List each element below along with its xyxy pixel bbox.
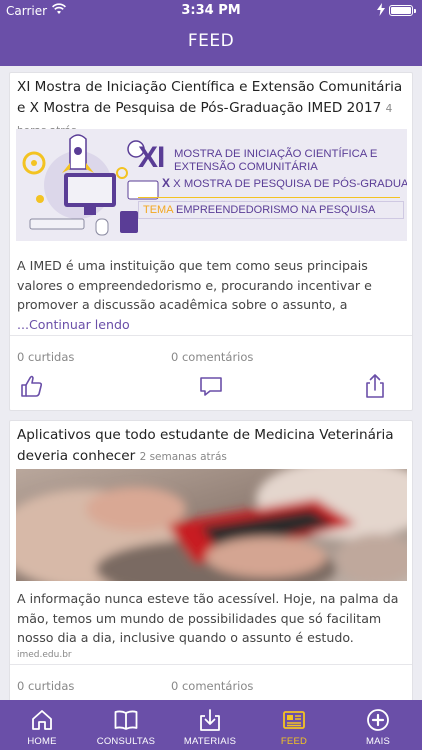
post-excerpt: A informação nunca esteve tão acessível.…	[17, 591, 399, 645]
page-title: FEED	[187, 31, 235, 51]
tab-mais[interactable]: MAIS	[336, 700, 420, 750]
feed-post[interactable]: XI Mostra de Iniciação Científica e Exte…	[9, 72, 413, 411]
banner-line-1: MOSTRA DE INICIAÇÃO CIENTÍFICA E	[174, 148, 378, 160]
tab-home[interactable]: HOME	[0, 700, 84, 750]
like-icon[interactable]	[19, 373, 45, 399]
comments-count: 0 comentários	[171, 679, 254, 693]
share-icon[interactable]	[362, 373, 388, 399]
post-source: imed.edu.br	[17, 650, 72, 660]
post-image[interactable]: XI MOSTRA DE INICIAÇÃO CIENTÍFICA E EXTE…	[16, 129, 407, 241]
newspaper-icon	[283, 711, 305, 729]
banner-roman-numeral: XI	[138, 141, 165, 174]
post-excerpt: A IMED é uma instituição que tem como se…	[17, 258, 372, 332]
book-icon	[114, 710, 138, 730]
clock: 3:34 PM	[181, 3, 241, 18]
banner-line-2: EXTENSÃO COMUNITÁRIA	[174, 161, 318, 173]
tab-label: CONSULTAS	[96, 736, 156, 747]
charging-icon	[377, 3, 385, 16]
status-bar: Carrier 3:34 PM	[0, 0, 422, 22]
navigation-bar: Carrier 3:34 PM FEED	[0, 0, 422, 66]
post-divider	[10, 335, 412, 336]
phone-photo	[16, 469, 407, 581]
plus-circle-icon	[367, 709, 389, 731]
post-title[interactable]: Aplicativos que todo estudante de Medici…	[17, 425, 409, 468]
tab-label: FEED	[280, 736, 308, 747]
comments-count: 0 comentários	[171, 350, 254, 364]
tab-label: HOME	[27, 736, 57, 747]
read-more-link[interactable]: ...Continuar lendo	[17, 317, 130, 332]
banner-line-3: X X MOSTRA DE PESQUISA DE PÓS-GRADUAÇÃ	[162, 176, 407, 191]
tab-label: MAIS	[365, 736, 391, 747]
banner-theme: TEMA EMPREENDEDORISMO NA PESQUISA	[138, 201, 404, 219]
feed-list[interactable]: XI Mostra de Iniciação Científica e Exte…	[0, 66, 422, 700]
battery-icon	[389, 5, 416, 16]
likes-count: 0 curtidas	[17, 350, 75, 364]
feed-post[interactable]: Aplicativos que todo estudante de Medici…	[9, 420, 413, 700]
download-icon	[200, 709, 220, 731]
banner-divider	[138, 197, 400, 198]
tab-consultas[interactable]: CONSULTAS	[84, 700, 168, 750]
comment-icon[interactable]	[198, 373, 224, 399]
home-icon	[32, 710, 52, 730]
tab-bar: HOME CONSULTAS MATERIAIS FEED MAIS	[0, 700, 422, 750]
tab-materiais[interactable]: MATERIAIS	[168, 700, 252, 750]
tab-feed[interactable]: FEED	[252, 700, 336, 750]
tab-label: MATERIAIS	[183, 736, 237, 747]
likes-count: 0 curtidas	[17, 679, 75, 693]
post-image[interactable]	[16, 469, 407, 581]
post-time: 2 semanas atrás	[139, 451, 227, 463]
post-divider	[10, 664, 412, 665]
